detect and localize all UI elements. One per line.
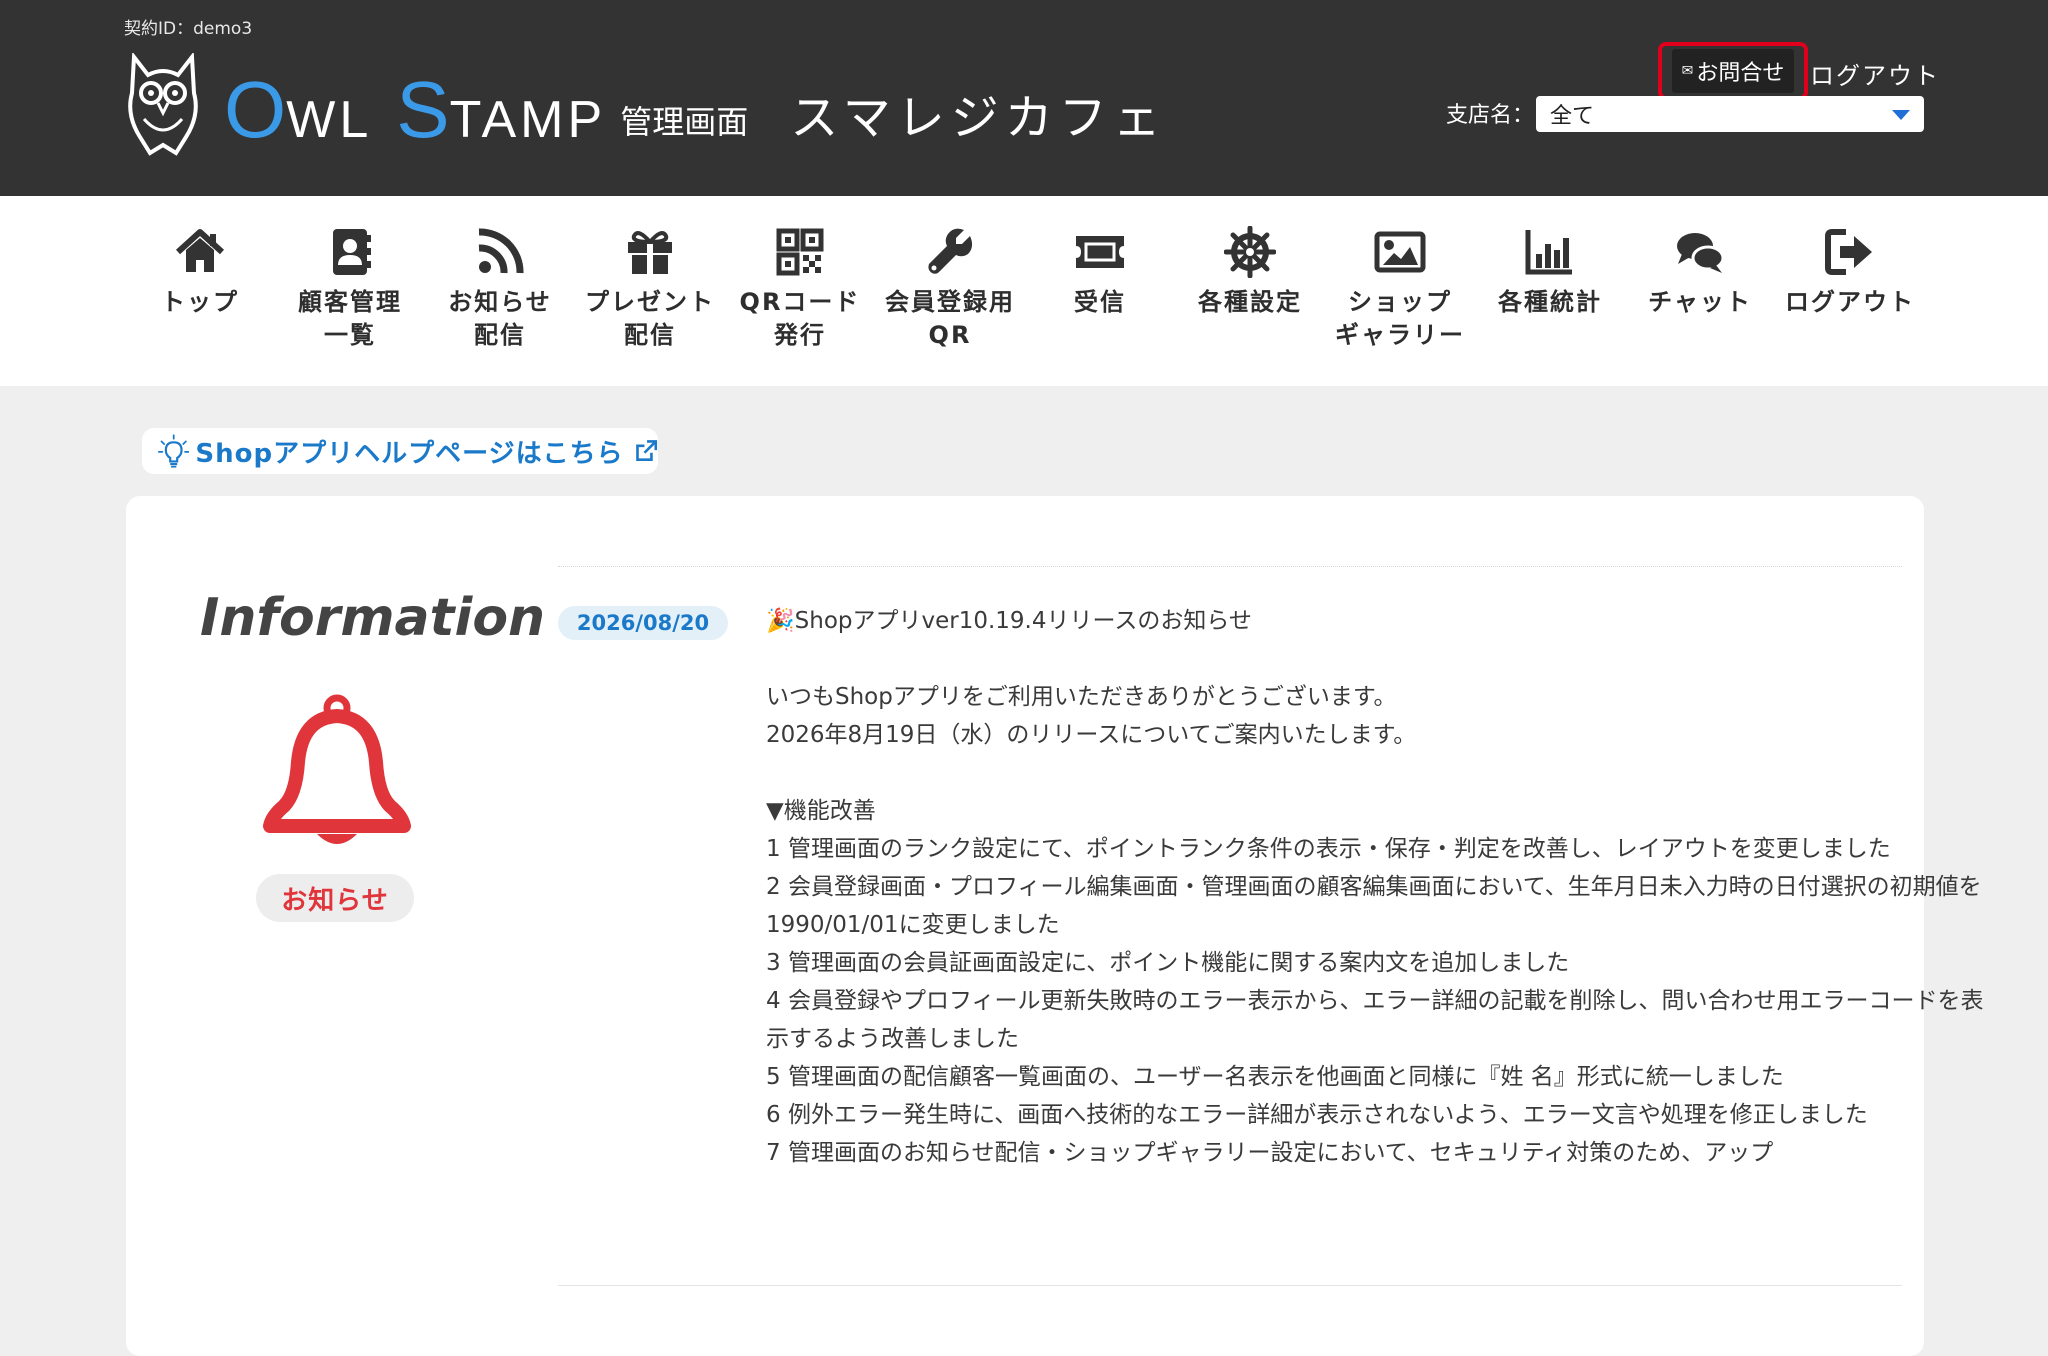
branch-selected-value: 全て <box>1550 104 1595 129</box>
news-item: 6 例外エラー発生時に、画面へ技術的なエラー詳細が表示されないよう、エラー文言や… <box>766 1102 1868 1128</box>
branch-label: 支店名： <box>1446 103 1535 128</box>
home-icon <box>175 229 225 272</box>
nav-item-chat[interactable]: チャット <box>1625 226 1775 319</box>
nav-label: QRコード 発行 <box>739 288 861 349</box>
contract-id: 契約ID：demo3 <box>124 19 253 39</box>
bell-icon <box>263 694 411 844</box>
notice-badge: お知らせ <box>256 874 414 922</box>
nav-label: 会員登録用 QR <box>885 288 1015 349</box>
nav-item-settings[interactable]: 各種設定 <box>1175 226 1325 319</box>
nav-label: ショップ ギャラリー <box>1335 288 1465 349</box>
main-nav: トップ 顧客管理 一覧 お知らせ 配信 プレゼント 配信 QRコード 発行 会員… <box>0 196 2048 386</box>
contacts-icon <box>333 229 371 275</box>
nav-label: 顧客管理 一覧 <box>298 288 402 349</box>
external-link-icon <box>635 440 657 462</box>
nav-item-top[interactable]: トップ <box>125 226 275 319</box>
nav-label: チャット <box>1648 288 1752 316</box>
nav-item-receive[interactable]: 受信 <box>1025 226 1175 319</box>
news-item: 3 管理画面の会員証画面設定に、ポイント機能に関する案内文を追加しました <box>766 950 1570 976</box>
news-item: 4 会員登録やプロフィール更新失敗時のエラー表示から、エラー詳細の記載を削除し、… <box>766 988 1984 1052</box>
bar-chart-icon <box>1525 230 1572 275</box>
information-card: Information お知らせ 2026/08/20 🎉Shopアプリver1… <box>126 496 1983 1356</box>
news-body: 🎉Shopアプリver10.19.4リリースのお知らせ いつもShopアプリをご… <box>766 602 2002 1277</box>
owl-stamp-logo[interactable]: OWL STAMP 管理画面 スマレジカフェ <box>124 52 1167 162</box>
qrcode-icon <box>776 228 824 276</box>
header-logout-link[interactable]: ログアウト <box>1810 56 1940 91</box>
chat-icon <box>1677 233 1725 273</box>
mail-icon: ✉ <box>1681 63 1694 79</box>
information-title: Information <box>200 588 546 648</box>
help-link-text: Shopアプリヘルプページはこちら <box>195 438 624 469</box>
news-date-badge: 2026/08/20 <box>558 606 728 640</box>
nav-label: お知らせ 配信 <box>448 288 552 349</box>
nav-item-logout[interactable]: ログアウト <box>1775 226 1925 319</box>
contact-label: お問合せ <box>1696 61 1785 86</box>
contact-button[interactable]: ✉ お問合せ <box>1658 42 1808 100</box>
nav-item-qrcode[interactable]: QRコード 発行 <box>725 226 875 352</box>
news-item: 2 会員登録画面・プロフィール編集画面・管理画面の顧客編集画面において、生年月日… <box>766 874 1982 938</box>
gift-icon <box>628 231 672 274</box>
news-item: 7 管理画面のお知らせ配信・ショップギャラリー設定において、セキュリティ対策のた… <box>766 1140 1774 1166</box>
rss-icon <box>478 228 524 274</box>
nav-label: トップ <box>161 288 239 316</box>
nav-item-customers[interactable]: 顧客管理 一覧 <box>275 226 425 352</box>
chevron-down-icon <box>1892 110 1910 120</box>
divider <box>558 566 1902 567</box>
help-page-link[interactable]: Shopアプリヘルプページはこちら <box>142 428 658 474</box>
ticket-icon <box>1076 236 1124 268</box>
nav-label: 受信 <box>1074 288 1126 316</box>
nav-label: プレゼント 配信 <box>585 288 715 349</box>
news-section-heading: ▼機能改善 <box>766 798 876 824</box>
branch-select[interactable]: 全て <box>1536 96 1924 132</box>
news-greeting: 2026年8月19日（水）のリリースについてご案内いたします。 <box>766 722 1417 748</box>
image-icon <box>1374 231 1426 273</box>
logo-admin-label: 管理画面 <box>620 103 749 141</box>
nav-item-news[interactable]: お知らせ 配信 <box>425 226 575 352</box>
nav-label: ログアウト <box>1785 288 1915 316</box>
sign-out-icon <box>1825 229 1872 275</box>
nav-item-present[interactable]: プレゼント 配信 <box>575 226 725 352</box>
logo-wordmark: OWL STAMP <box>224 65 607 154</box>
news-item: 1 管理画面のランク設定にて、ポイントランク条件の表示・保存・判定を改善し、レイ… <box>766 836 1891 862</box>
nav-item-member-qr[interactable]: 会員登録用 QR <box>875 226 1025 352</box>
shop-name: スマレジカフェ <box>790 90 1167 146</box>
news-item: 5 管理画面の配信顧客一覧画面の、ユーザー名表示を他画面と同様に『姓 名』形式に… <box>766 1064 1784 1090</box>
helm-icon <box>1224 226 1276 278</box>
news-title[interactable]: 🎉Shopアプリver10.19.4リリースのお知らせ <box>766 602 2002 640</box>
owl-logo-icon <box>128 53 198 156</box>
nav-label: 各種統計 <box>1498 288 1602 316</box>
news-greeting: いつもShopアプリをご利用いただきありがとうございます。 <box>766 684 1397 710</box>
nav-item-statistics[interactable]: 各種統計 <box>1475 226 1625 319</box>
nav-item-gallery[interactable]: ショップ ギャラリー <box>1325 226 1475 352</box>
lightbulb-icon <box>158 434 190 468</box>
nav-label: 各種設定 <box>1198 288 1302 316</box>
wrench-icon <box>928 228 973 274</box>
divider <box>558 1285 1902 1286</box>
app-header: 契約ID：demo3 OWL STAMP 管理画面 スマレジカフェ ✉ お問合せ … <box>0 0 2048 196</box>
